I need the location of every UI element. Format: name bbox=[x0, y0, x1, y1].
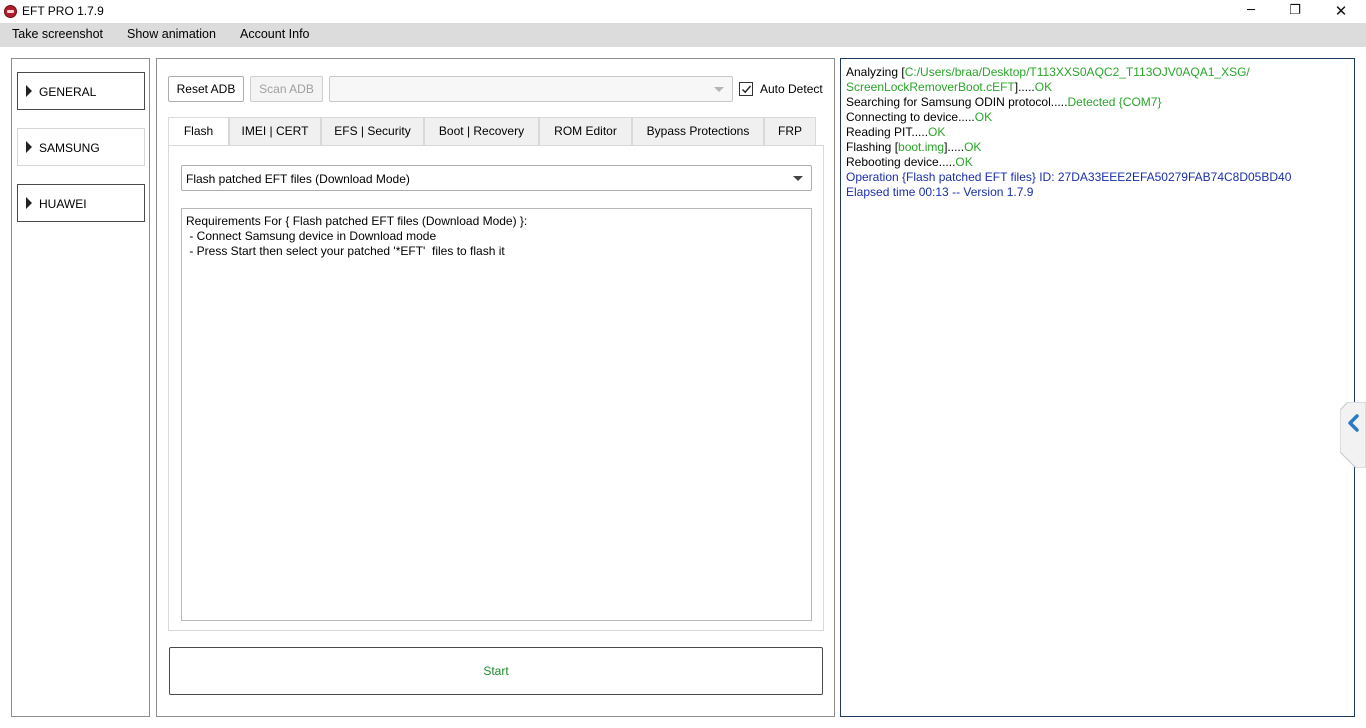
tab-frp[interactable]: FRP bbox=[764, 117, 816, 145]
sidebar-item-samsung[interactable]: SAMSUNG bbox=[17, 128, 145, 166]
log-line: Flashing [boot.img].....OK bbox=[846, 140, 981, 154]
log-status: OK bbox=[1034, 80, 1053, 94]
sidebar: GENERAL SAMSUNG HUAWEI bbox=[11, 58, 150, 717]
main-panel: Reset ADB Scan ADB Auto Detect Flash IME… bbox=[156, 58, 835, 717]
scan-adb-button[interactable]: Scan ADB bbox=[250, 76, 323, 102]
log-text: Reading PIT..... bbox=[846, 125, 929, 139]
log-status: OK bbox=[964, 140, 982, 154]
auto-detect-checkbox[interactable] bbox=[739, 82, 753, 96]
sidebar-item-label: SAMSUNG bbox=[39, 141, 100, 155]
log-line: Analyzing [C:/Users/braa/Desktop/T113XXS… bbox=[846, 65, 1250, 79]
checkmark-icon bbox=[742, 85, 752, 94]
tab-bypass-protections[interactable]: Bypass Protections bbox=[632, 117, 764, 145]
log-text: Connecting to device..... bbox=[846, 110, 975, 124]
tab-imei-cert[interactable]: IMEI | CERT bbox=[229, 117, 321, 145]
title-bar: EFT PRO 1.7.9 ─ ❐ ✕ bbox=[0, 0, 1366, 23]
requirements-textbox[interactable]: Requirements For { Flash patched EFT fil… bbox=[181, 208, 812, 621]
log-text: ]..... bbox=[1014, 80, 1035, 94]
tab-flash[interactable]: Flash bbox=[168, 117, 229, 146]
operation-select[interactable]: Flash patched EFT files (Download Mode) bbox=[181, 165, 812, 191]
sidebar-item-huawei[interactable]: HUAWEI bbox=[17, 184, 145, 222]
log-status: OK bbox=[974, 110, 993, 124]
log-text: Searching for Samsung ODIN protocol..... bbox=[846, 95, 1068, 109]
log-text: Analyzing [ bbox=[846, 65, 905, 79]
log-text: ]..... bbox=[944, 140, 965, 154]
tab-rom-editor[interactable]: ROM Editor bbox=[539, 117, 632, 145]
chevron-left-icon bbox=[1339, 401, 1366, 469]
sidebar-item-general[interactable]: GENERAL bbox=[17, 72, 145, 110]
log-line: ScreenLockRemoverBoot.cEFT].....OK bbox=[846, 80, 1052, 94]
log-line: Connecting to device.....OK bbox=[846, 110, 992, 124]
close-button[interactable]: ✕ bbox=[1318, 0, 1364, 23]
requirements-step: - Connect Samsung device in Download mod… bbox=[186, 229, 437, 243]
log-line: Searching for Samsung ODIN protocol.....… bbox=[846, 95, 1162, 109]
tab-boot-recovery[interactable]: Boot | Recovery bbox=[424, 117, 539, 145]
sidebar-item-label: GENERAL bbox=[39, 85, 97, 99]
device-select[interactable] bbox=[329, 76, 733, 102]
triangle-right-icon bbox=[26, 141, 32, 153]
requirements-title: Requirements For { Flash patched EFT fil… bbox=[186, 214, 528, 228]
log-status: OK bbox=[955, 155, 973, 169]
requirements-step: - Press Start then select your patched '… bbox=[186, 244, 505, 258]
log-text: Rebooting device..... bbox=[846, 155, 956, 169]
log-text: Flashing [ bbox=[846, 140, 899, 154]
menu-account-info[interactable]: Account Info bbox=[240, 27, 310, 41]
eft-logo-icon bbox=[4, 5, 17, 18]
triangle-right-icon bbox=[26, 197, 32, 209]
log-line: Rebooting device.....OK bbox=[846, 155, 973, 169]
maximize-button[interactable]: ❐ bbox=[1272, 0, 1318, 23]
log-status: OK bbox=[928, 125, 946, 139]
log-status: Detected {COM7} bbox=[1067, 95, 1162, 109]
log-path: C:/Users/braa/Desktop/T113XXS0AQC2_T113O… bbox=[904, 65, 1250, 79]
flash-tab-content: Flash patched EFT files (Download Mode) … bbox=[168, 145, 824, 631]
collapse-panel-button[interactable] bbox=[1339, 401, 1366, 469]
start-button[interactable]: Start bbox=[169, 647, 823, 695]
window-title: EFT PRO 1.7.9 bbox=[22, 4, 104, 18]
reset-adb-button[interactable]: Reset ADB bbox=[168, 76, 244, 102]
chevron-down-icon bbox=[714, 87, 724, 92]
triangle-right-icon bbox=[26, 85, 32, 97]
menu-bar: Take screenshot Show animation Account I… bbox=[0, 23, 1366, 47]
log-line: Reading PIT.....OK bbox=[846, 125, 945, 139]
chevron-down-icon bbox=[793, 176, 803, 181]
log-output[interactable]: Analyzing [C:/Users/braa/Desktop/T113XXS… bbox=[840, 58, 1355, 717]
sidebar-item-label: HUAWEI bbox=[39, 197, 87, 211]
log-elapsed-time: Elapsed time 00:13 -- Version 1.7.9 bbox=[846, 185, 1034, 199]
minimize-button[interactable]: ─ bbox=[1228, 0, 1274, 23]
menu-take-screenshot[interactable]: Take screenshot bbox=[12, 27, 103, 41]
log-operation-id: Operation {Flash patched EFT files} ID: … bbox=[846, 170, 1292, 184]
log-path: ScreenLockRemoverBoot.cEFT bbox=[846, 80, 1015, 94]
auto-detect-label: Auto Detect bbox=[760, 82, 823, 96]
log-path: boot.img bbox=[898, 140, 945, 154]
operation-select-value: Flash patched EFT files (Download Mode) bbox=[186, 172, 410, 186]
menu-show-animation[interactable]: Show animation bbox=[127, 27, 216, 41]
tab-efs-security[interactable]: EFS | Security bbox=[321, 117, 424, 145]
